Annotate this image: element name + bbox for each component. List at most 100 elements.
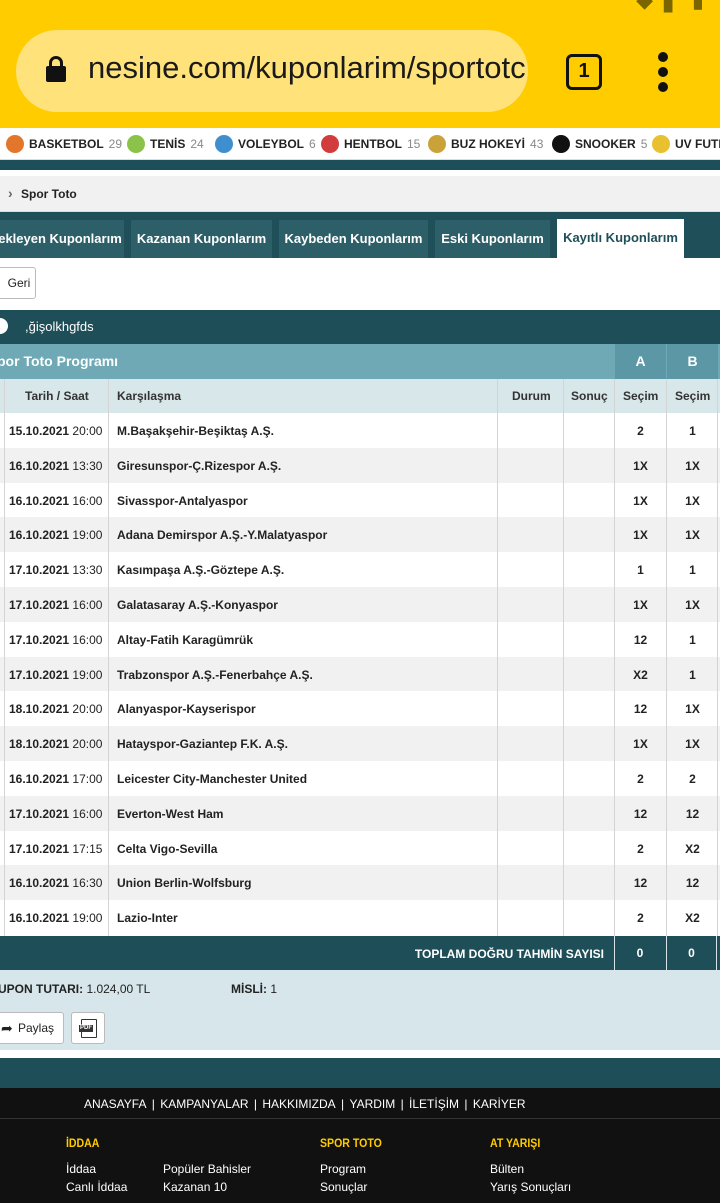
match-name: Galatasaray A.Ş.-Konyaspor <box>117 597 278 612</box>
footer-link[interactable]: Canlı İddaa <box>66 1180 127 1194</box>
breadcrumb: › Spor Toto <box>0 176 720 212</box>
address-bar[interactable]: nesine.com/kuponlarim/sportotc <box>16 30 528 112</box>
footer-nav-link[interactable]: KARİYER <box>473 1097 526 1111</box>
tab-won-coupons[interactable]: Kazanan Kuponlarım <box>131 220 272 258</box>
match-datetime: 16.10.2021 13:30 <box>9 458 103 473</box>
footer-at-yarisi-title: AT YARIŞI <box>490 1136 541 1150</box>
volleyball-icon <box>215 135 233 153</box>
selection-a: 1X <box>633 458 648 473</box>
selection-b: 2 <box>689 771 696 786</box>
selection-a: 12 <box>633 806 648 821</box>
footer: ANASAYFA | KAMPANYALAR | HAKKIMIZDA | YA… <box>0 1088 720 1203</box>
match-name: Trabzonspor A.Ş.-Fenerbahçe A.Ş. <box>117 667 313 682</box>
divider <box>0 160 720 170</box>
match-name: Giresunspor-Ç.Rizespor A.Ş. <box>117 458 282 473</box>
match-datetime: 17.10.2021 13:30 <box>9 563 103 578</box>
sport-item[interactable]: BUZ HOKEYİ 43 <box>428 132 543 156</box>
match-datetime: 18.10.2021 20:00 <box>9 737 103 752</box>
footer-link[interactable]: İddaa <box>66 1162 96 1176</box>
selection-a: X2 <box>633 667 648 682</box>
footer-nav-link[interactable]: KAMPANYALAR <box>160 1097 248 1111</box>
more-menu-icon[interactable] <box>658 52 670 92</box>
selection-a: 2 <box>637 841 644 856</box>
program-header: por Toto Programı A B <box>0 344 720 379</box>
program-title: por Toto Programı <box>0 353 119 369</box>
footer-iddaa-title: İDDAA <box>66 1136 100 1150</box>
header-status: Durum <box>512 389 551 403</box>
column-a-header: A <box>615 344 666 379</box>
tab-saved-coupons[interactable]: Kayıtlı Kuponlarım <box>557 219 684 258</box>
coupon-name: ,ğişolkhgfds <box>25 319 94 334</box>
match-datetime: 15.10.2021 20:00 <box>9 424 103 438</box>
selection-b: 1X <box>685 528 700 543</box>
match-name: Celta Vigo-Sevilla <box>117 841 218 856</box>
header-result: Sonuç <box>571 389 608 403</box>
selection-b: 1X <box>685 493 700 508</box>
match-name: Altay-Fatih Karagümrük <box>117 632 254 647</box>
selection-b: 1 <box>689 667 696 682</box>
footer-nav-link[interactable]: İLETİŞİM <box>409 1097 459 1111</box>
lock-icon <box>46 56 66 82</box>
match-datetime: 18.10.2021 20:00 <box>9 702 103 717</box>
header-selection-a: Seçim <box>623 389 659 403</box>
match-name: Adana Demirspor A.Ş.-Y.Malatyaspor <box>117 528 328 543</box>
back-button[interactable]: Geri <box>0 267 36 299</box>
sport-item[interactable]: UV FUTB <box>652 132 720 156</box>
sport-item[interactable]: HENTBOL 15 <box>321 132 420 156</box>
total-a: 0 <box>614 936 665 970</box>
total-row: TOPLAM DOĞRU TAHMİN SAYISI 0 0 <box>0 936 720 970</box>
footer-nav-link[interactable]: YARDIM <box>349 1097 395 1111</box>
footer-link[interactable]: Kazanan 10 <box>163 1180 227 1194</box>
footer-link[interactable]: Program <box>320 1162 366 1176</box>
footer-link[interactable]: Popüler Bahisler <box>163 1162 251 1176</box>
share-button[interactable]: ➦ Paylaş <box>0 1012 64 1044</box>
sport-item[interactable]: VOLEYBOL 6 <box>215 132 316 156</box>
coupon-multiplier: MİSLİ: 1 <box>231 982 278 996</box>
selection-b: 1X <box>685 737 700 752</box>
match-name: M.Başakşehir-Beşiktaş A.Ş. <box>117 424 274 438</box>
selection-b: 12 <box>685 806 700 821</box>
match-name: Alanyaspor-Kayserispor <box>117 702 256 717</box>
coupon-amount: UPON TUTARI: 1.024,00 TL <box>0 982 151 996</box>
match-name: Hatayspor-Gaziantep F.K. A.Ş. <box>117 737 288 752</box>
snooker-icon <box>552 135 570 153</box>
trophy-icon <box>652 135 670 153</box>
back-row: Geri <box>0 258 720 310</box>
match-name: Leicester City-Manchester United <box>117 771 308 786</box>
chevron-right-icon: › <box>8 185 13 201</box>
tab-adding-coupons[interactable]: ekleyen Kuponlarım <box>0 220 124 258</box>
tab-lost-coupons[interactable]: Kaybeden Kuponlarım <box>279 220 428 258</box>
footer-nav-link[interactable]: ANASAYFA <box>84 1097 146 1111</box>
share-icon: ➦ <box>1 1020 13 1036</box>
sport-item[interactable]: BASKETBOL 29 <box>6 132 122 156</box>
selection-b: 12 <box>685 876 700 891</box>
sport-item[interactable]: SNOOKER 5 <box>552 132 647 156</box>
tab-switcher-button[interactable]: 1 <box>566 54 602 90</box>
url-text[interactable]: nesine.com/kuponlarim/sportotc <box>88 50 526 86</box>
sports-bar: BASKETBOL 29 TENİS 24 VOLEYBOL 6 HENTBOL 15 BUZ … <box>0 128 720 160</box>
footer-spor-toto-title: SPOR TOTO <box>320 1136 382 1150</box>
selection-a: 1X <box>633 528 648 543</box>
breadcrumb-item[interactable]: Spor Toto <box>21 187 77 201</box>
basketball-icon <box>6 135 24 153</box>
selection-a: 1X <box>633 737 648 752</box>
pdf-button[interactable]: PDF <box>71 1012 105 1044</box>
footer-top-bar <box>0 1058 720 1088</box>
header-selection-b: Seçim <box>675 389 711 403</box>
match-name: Union Berlin-Wolfsburg <box>117 876 252 891</box>
coupon-toggle[interactable] <box>0 318 8 334</box>
footer-link[interactable]: Yarış Sonuçları <box>490 1180 571 1194</box>
pdf-icon: PDF <box>79 1019 97 1038</box>
selection-a: 2 <box>637 424 644 438</box>
match-name: Sivasspor-Antalyaspor <box>117 493 248 508</box>
sport-item[interactable]: TENİS 24 <box>127 132 204 156</box>
browser-toolbar: ◆ ▌ ▮ nesine.com/kuponlarim/sportotc 1 <box>0 0 720 128</box>
footer-link[interactable]: Sonuçlar <box>320 1180 367 1194</box>
match-datetime: 17.10.2021 17:15 <box>9 841 103 856</box>
footer-nav-link[interactable]: HAKKIMIZDA <box>262 1097 335 1111</box>
footer-link[interactable]: Bülten <box>490 1162 524 1176</box>
header-match: Karşılaşma <box>117 389 182 403</box>
header-date: Tarih / Saat <box>25 389 89 403</box>
match-datetime: 17.10.2021 19:00 <box>9 667 103 682</box>
tab-old-coupons[interactable]: Eski Kuponlarım <box>435 220 550 258</box>
